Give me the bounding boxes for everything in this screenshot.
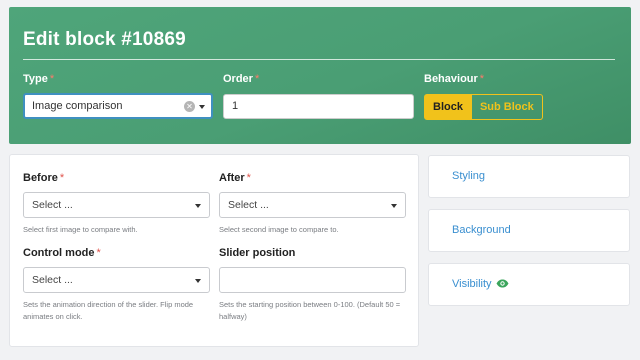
page-title: Edit block #10869	[23, 29, 186, 50]
control-mode-help: Sets the animation direction of the slid…	[23, 300, 194, 321]
chevron-down-icon[interactable]	[195, 204, 201, 208]
control-mode-placeholder: Select ...	[32, 274, 73, 286]
styling-card[interactable]: Styling	[428, 155, 630, 198]
required-mark: *	[59, 172, 65, 184]
control-mode-label: Control mode *	[23, 247, 101, 259]
chevron-down-icon[interactable]	[199, 105, 205, 109]
order-label: Order *	[223, 73, 260, 85]
slider-position-label: Slider position	[219, 247, 296, 259]
required-mark: *	[479, 73, 485, 85]
before-help: Select first image to compare with.	[23, 225, 138, 234]
before-select-placeholder: Select ...	[32, 199, 73, 211]
clear-icon[interactable]: ✕	[184, 101, 195, 112]
before-label: Before *	[23, 172, 65, 184]
chevron-down-icon[interactable]	[195, 279, 201, 283]
required-mark: *	[254, 73, 260, 85]
eye-icon	[496, 279, 509, 288]
header-divider	[23, 59, 615, 60]
slider-position-help: Sets the starting position between 0-100…	[219, 300, 401, 321]
behaviour-label: Behaviour *	[424, 73, 485, 85]
chevron-down-icon[interactable]	[391, 204, 397, 208]
behaviour-block-button[interactable]: Block	[424, 94, 472, 120]
after-select-placeholder: Select ...	[228, 199, 269, 211]
before-select[interactable]: Select ...	[23, 192, 210, 218]
background-link[interactable]: Background	[452, 224, 511, 236]
after-select[interactable]: Select ...	[219, 192, 406, 218]
visibility-link[interactable]: Visibility	[452, 278, 509, 290]
required-mark: *	[96, 247, 101, 259]
type-select[interactable]: Image comparison ✕	[23, 93, 213, 119]
order-input[interactable]: 1	[223, 94, 414, 119]
after-help: Select second image to compare to.	[219, 225, 339, 234]
behaviour-sub-block-button[interactable]: Sub Block	[471, 94, 543, 120]
type-select-value: Image comparison	[32, 100, 123, 112]
visibility-card[interactable]: Visibility	[428, 263, 630, 306]
image-comparison-settings-card: Before * Select ... Select first image to…	[9, 154, 419, 347]
slider-position-input[interactable]	[219, 267, 406, 293]
required-mark: *	[246, 172, 251, 184]
edit-block-header: Edit block #10869 Type * Order * Behaviour…	[9, 7, 631, 144]
after-label: After *	[219, 172, 251, 184]
required-mark: *	[49, 73, 55, 85]
behaviour-toggle: Block Sub Block	[424, 94, 543, 120]
background-card[interactable]: Background	[428, 209, 630, 252]
styling-link[interactable]: Styling	[452, 170, 485, 182]
control-mode-select[interactable]: Select ...	[23, 267, 210, 293]
type-label: Type *	[23, 73, 55, 85]
